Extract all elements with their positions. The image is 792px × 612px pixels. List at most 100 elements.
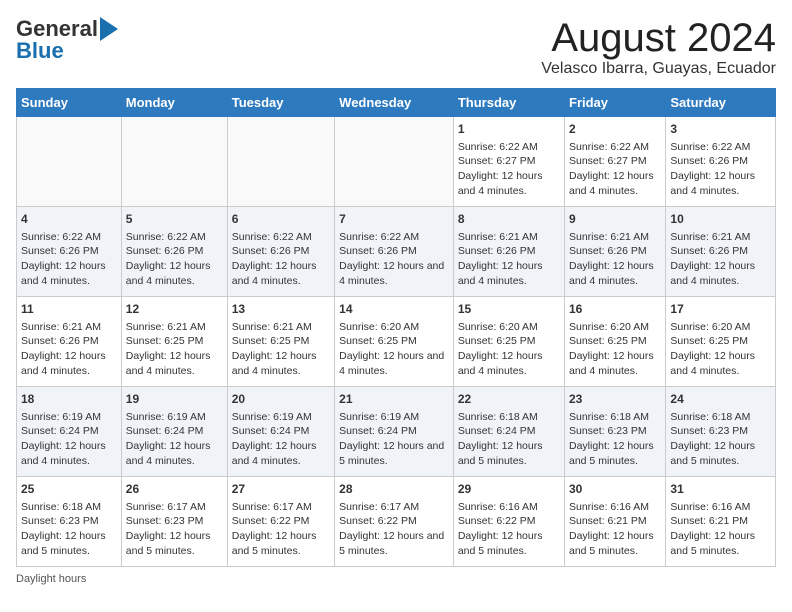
day-number: 16 [569,301,661,318]
day-info: Sunrise: 6:18 AM [670,410,771,425]
day-info: Sunrise: 6:16 AM [569,500,661,515]
calendar-cell [335,117,454,207]
day-number: 29 [458,481,560,498]
day-info: Sunset: 6:23 PM [126,514,223,529]
day-number: 3 [670,121,771,138]
day-info: Sunset: 6:26 PM [458,244,560,259]
calendar-cell: 31Sunrise: 6:16 AMSunset: 6:21 PMDayligh… [666,477,776,567]
calendar-cell: 27Sunrise: 6:17 AMSunset: 6:22 PMDayligh… [227,477,334,567]
day-info: Daylight: 12 hours and 4 minutes. [458,349,560,378]
day-info: Sunrise: 6:21 AM [569,230,661,245]
day-info: Sunrise: 6:19 AM [21,410,117,425]
day-info: Sunset: 6:25 PM [458,334,560,349]
calendar-cell: 11Sunrise: 6:21 AMSunset: 6:26 PMDayligh… [17,297,122,387]
day-info: Daylight: 12 hours and 4 minutes. [458,259,560,288]
day-info: Sunrise: 6:22 AM [232,230,330,245]
col-header-friday: Friday [565,89,666,117]
title-block: August 2024 Velasco Ibarra, Guayas, Ecua… [541,16,776,78]
day-info: Sunset: 6:25 PM [126,334,223,349]
day-info: Sunrise: 6:20 AM [339,320,449,335]
day-info: Daylight: 12 hours and 5 minutes. [339,529,449,558]
day-info: Daylight: 12 hours and 4 minutes. [232,259,330,288]
day-info: Daylight: 12 hours and 5 minutes. [569,529,661,558]
day-info: Daylight: 12 hours and 4 minutes. [21,259,117,288]
day-info: Daylight: 12 hours and 5 minutes. [21,529,117,558]
calendar-week-1: 1Sunrise: 6:22 AMSunset: 6:27 PMDaylight… [17,117,776,207]
day-number: 14 [339,301,449,318]
calendar-cell [121,117,227,207]
day-info: Sunrise: 6:21 AM [126,320,223,335]
calendar-cell: 17Sunrise: 6:20 AMSunset: 6:25 PMDayligh… [666,297,776,387]
day-info: Sunrise: 6:17 AM [126,500,223,515]
day-info: Sunset: 6:24 PM [458,424,560,439]
day-info: Sunset: 6:21 PM [569,514,661,529]
logo: General Blue [16,16,118,64]
day-number: 17 [670,301,771,318]
day-info: Daylight: 12 hours and 4 minutes. [339,349,449,378]
calendar-cell: 15 Sunrise: 6:20 AMSunset: 6:25 PMDayligh… [453,297,564,387]
day-number: 10 [670,211,771,228]
day-info: Daylight: 12 hours and 5 minutes. [458,529,560,558]
day-info: Daylight: 12 hours and 5 minutes. [232,529,330,558]
day-number: 25 [21,481,117,498]
day-info: Sunrise: 6:20 AM [458,320,560,335]
day-info: Sunset: 6:23 PM [670,424,771,439]
day-info: Daylight: 12 hours and 4 minutes. [21,439,117,468]
calendar-cell: 16Sunrise: 6:20 AMSunset: 6:25 PMDayligh… [565,297,666,387]
day-number: 27 [232,481,330,498]
day-info: Daylight: 12 hours and 5 minutes. [126,529,223,558]
day-info: Sunset: 6:23 PM [21,514,117,529]
day-info: Sunrise: 6:19 AM [232,410,330,425]
day-info: Daylight: 12 hours and 4 minutes. [232,439,330,468]
day-number: 6 [232,211,330,228]
col-header-saturday: Saturday [666,89,776,117]
calendar-cell: 24Sunrise: 6:18 AMSunset: 6:23 PMDayligh… [666,387,776,477]
calendar-cell: 29Sunrise: 6:16 AMSunset: 6:22 PMDayligh… [453,477,564,567]
calendar-cell: 25Sunrise: 6:18 AMSunset: 6:23 PMDayligh… [17,477,122,567]
day-info: Sunrise: 6:18 AM [458,410,560,425]
col-header-monday: Monday [121,89,227,117]
day-number: 12 [126,301,223,318]
calendar-week-2: 4Sunrise: 6:22 AMSunset: 6:26 PMDaylight… [17,207,776,297]
day-info: Daylight: 12 hours and 4 minutes. [569,169,661,198]
day-info: Daylight: 12 hours and 4 minutes. [126,439,223,468]
col-header-wednesday: Wednesday [335,89,454,117]
calendar-cell: 9Sunrise: 6:21 AMSunset: 6:26 PMDaylight… [565,207,666,297]
day-number: 28 [339,481,449,498]
calendar-cell: 22Sunrise: 6:18 AMSunset: 6:24 PMDayligh… [453,387,564,477]
day-number: 13 [232,301,330,318]
calendar-cell [17,117,122,207]
calendar-cell: 8Sunrise: 6:21 AMSunset: 6:26 PMDaylight… [453,207,564,297]
day-number: 2 [569,121,661,138]
day-info: Sunrise: 6:22 AM [670,140,771,155]
day-info: Daylight: 12 hours and 4 minutes. [670,169,771,198]
day-info: Daylight: 12 hours and 4 minutes. [670,259,771,288]
day-info: Daylight: 12 hours and 5 minutes. [670,529,771,558]
calendar-cell: 2Sunrise: 6:22 AMSunset: 6:27 PMDaylight… [565,117,666,207]
col-header-tuesday: Tuesday [227,89,334,117]
day-info: Sunrise: 6:21 AM [21,320,117,335]
day-info: Daylight: 12 hours and 4 minutes. [232,349,330,378]
day-info: Sunset: 6:26 PM [232,244,330,259]
day-info: Sunrise: 6:21 AM [670,230,771,245]
day-info: Sunset: 6:26 PM [569,244,661,259]
calendar-week-3: 11Sunrise: 6:21 AMSunset: 6:26 PMDayligh… [17,297,776,387]
day-number: 15 [458,301,560,318]
calendar-cell [227,117,334,207]
day-number: 4 [21,211,117,228]
day-info: Daylight: 12 hours and 4 minutes. [126,349,223,378]
day-info: Sunrise: 6:17 AM [232,500,330,515]
day-info: Sunrise: 6:22 AM [458,140,560,155]
calendar-cell: 12 Sunrise: 6:21 AMSunset: 6:25 PMDayligh… [121,297,227,387]
day-info: Sunset: 6:25 PM [569,334,661,349]
day-info: Sunset: 6:27 PM [458,154,560,169]
calendar-cell: 10 Sunrise: 6:21 AMSunset: 6:26 PMDayligh… [666,207,776,297]
day-info: Sunrise: 6:19 AM [339,410,449,425]
day-info: Sunset: 6:26 PM [670,244,771,259]
day-number: 9 [569,211,661,228]
calendar-cell: 3Sunrise: 6:22 AMSunset: 6:26 PMDaylight… [666,117,776,207]
calendar-subtitle: Velasco Ibarra, Guayas, Ecuador [541,60,776,78]
day-info: Sunset: 6:26 PM [339,244,449,259]
calendar-cell: 28Sunrise: 6:17 AMSunset: 6:22 PMDayligh… [335,477,454,567]
day-info: Daylight: 12 hours and 4 minutes. [458,169,560,198]
